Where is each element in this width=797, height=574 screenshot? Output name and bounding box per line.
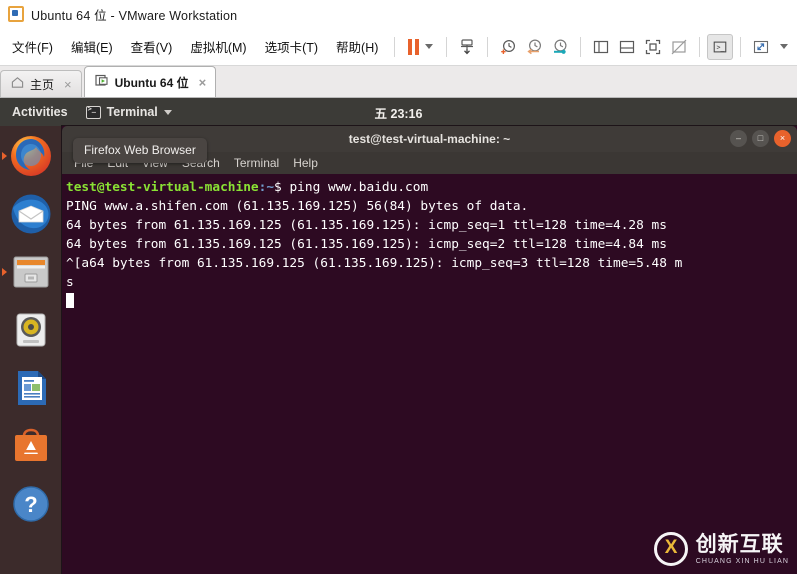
manage-snapshots-icon[interactable]	[547, 34, 573, 60]
svg-text:>_: >_	[717, 43, 725, 51]
take-snapshot-icon[interactable]	[495, 34, 521, 60]
menu-tabs[interactable]: 选项卡(T)	[256, 33, 327, 60]
terminal-output-line: 64 bytes from 61.135.169.125 (61.135.169…	[66, 218, 667, 233]
vm-power-icon	[95, 74, 109, 90]
watermark-chinese: 创新互联	[695, 532, 784, 556]
terminal-command: ping www.baidu.com	[289, 180, 429, 195]
tab-close-icon[interactable]: ×	[64, 77, 72, 92]
show-console-view-icon[interactable]	[614, 34, 640, 60]
dock-item-libreoffice-writer[interactable]	[5, 362, 57, 414]
svg-text:?: ?	[24, 492, 37, 517]
window-controls: – □ ×	[730, 130, 791, 147]
close-button[interactable]: ×	[774, 130, 791, 147]
vmware-menu-bar: 文件(F) 编辑(E) 查看(V) 虚拟机(M) 选项卡(T) 帮助(H) >_	[0, 28, 797, 66]
tab-home[interactable]: 主页 ×	[0, 70, 82, 97]
pause-icon[interactable]	[408, 38, 420, 55]
prompt-user-host: test@test-virtual-machine	[66, 180, 259, 195]
menu-help[interactable]: 帮助(H)	[327, 33, 387, 60]
terminal-window-title: test@test-virtual-machine: ~	[348, 132, 511, 146]
toolbar-separator	[699, 36, 701, 57]
terminal-menu-help[interactable]: Help	[293, 156, 318, 170]
dock-item-thunderbird[interactable]	[5, 188, 57, 240]
menu-edit[interactable]: 编辑(E)	[62, 33, 122, 60]
menu-view[interactable]: 查看(V)	[122, 33, 182, 60]
toolbar-separator	[394, 36, 396, 57]
vmware-logo-icon	[8, 6, 24, 22]
terminal-output-line: s	[66, 275, 74, 290]
vmware-tab-strip: 主页 × Ubuntu 64 位 ×	[0, 66, 797, 98]
show-library-icon[interactable]	[588, 34, 614, 60]
firefox-icon	[11, 136, 51, 176]
chevron-down-icon[interactable]	[780, 44, 789, 49]
watermark-pinyin: CHUANG XIN HU LIAN	[695, 557, 789, 565]
prompt-path: :~	[258, 180, 275, 195]
maximize-button[interactable]: □	[752, 130, 769, 147]
toolbar-separator	[740, 36, 742, 57]
tab-ubuntu-label: Ubuntu 64 位	[114, 75, 189, 90]
toolbar-separator	[446, 36, 448, 57]
activities-button[interactable]: Activities	[0, 105, 78, 119]
terminal-output-line: PING www.a.shifen.com (61.135.169.125) 5…	[66, 199, 529, 214]
app-menu-label: Terminal	[106, 105, 158, 119]
terminal-icon	[85, 105, 101, 119]
app-menu-terminal[interactable]: Terminal	[78, 105, 180, 119]
chevron-down-icon	[163, 109, 172, 115]
gnome-top-bar: Activities Terminal 五 23:16	[0, 98, 797, 126]
dock-item-rhythmbox[interactable]	[5, 304, 57, 356]
help-circle-icon: ?	[13, 486, 49, 522]
unity-mode-icon[interactable]	[666, 34, 692, 60]
terminal-output-line: ^[a64 bytes from 61.135.169.125 (61.135.…	[66, 256, 683, 271]
dock-item-files[interactable]	[2, 246, 57, 298]
ubuntu-launcher-dock: ?	[0, 126, 62, 574]
terminal-window[interactable]: test@test-virtual-machine: ~ – □ × File …	[62, 126, 797, 574]
terminal-output-line: 64 bytes from 61.135.169.125 (61.135.169…	[66, 237, 667, 252]
watermark-text: 创新互联 CHUANG XIN HU LIAN	[696, 534, 789, 565]
cx-circle-logo-icon	[653, 532, 688, 566]
files-cabinet-icon	[13, 256, 49, 288]
thunderbird-icon	[11, 194, 51, 234]
terminal-menu-bar: File Edit View Search Terminal Help Fire…	[62, 138, 797, 174]
dock-item-ubuntu-software[interactable]	[5, 420, 57, 472]
terminal-output-area[interactable]: test@test-virtual-machine:~$ ping www.ba…	[62, 174, 797, 574]
toolbar-separator	[487, 36, 489, 57]
dock-item-help[interactable]: ?	[5, 478, 57, 530]
minimize-button[interactable]: –	[730, 130, 747, 147]
terminal-cursor	[66, 293, 74, 308]
firefox-tooltip: Firefox Web Browser	[73, 138, 207, 163]
console-view-icon[interactable]: >_	[707, 33, 734, 60]
chevron-down-icon[interactable]	[425, 44, 434, 49]
libreoffice-writer-icon	[18, 371, 46, 405]
vmware-workstation-window: Ubuntu 64 位 - VMware Workstation 文件(F) 编…	[0, 0, 797, 574]
rhythmbox-icon	[16, 313, 46, 347]
dock-item-firefox[interactable]	[2, 130, 57, 182]
terminal-menu-terminal[interactable]: Terminal	[234, 156, 279, 170]
menu-vm[interactable]: 虚拟机(M)	[181, 33, 255, 60]
toolbar-separator	[580, 36, 582, 57]
tab-home-label: 主页	[30, 77, 55, 92]
home-icon	[11, 76, 24, 92]
revert-snapshot-icon[interactable]	[521, 34, 547, 60]
ubuntu-software-icon	[15, 428, 47, 461]
vmware-window-title: Ubuntu 64 位 - VMware Workstation	[31, 8, 238, 23]
send-ctrl-alt-delete-icon[interactable]	[454, 34, 480, 60]
enter-fullscreen-icon[interactable]	[640, 34, 666, 60]
tab-close-icon[interactable]: ×	[199, 75, 207, 90]
tab-ubuntu-64[interactable]: Ubuntu 64 位 ×	[83, 66, 217, 97]
stretch-guest-icon[interactable]	[748, 34, 774, 60]
prompt-symbol: $	[274, 180, 290, 195]
vmware-title-bar: Ubuntu 64 位 - VMware Workstation	[0, 0, 797, 28]
vm-guest-screen[interactable]: Activities Terminal 五 23:16	[0, 98, 797, 574]
menu-file[interactable]: 文件(F)	[3, 33, 62, 60]
watermark: 创新互联 CHUANG XIN HU LIAN	[653, 532, 789, 566]
